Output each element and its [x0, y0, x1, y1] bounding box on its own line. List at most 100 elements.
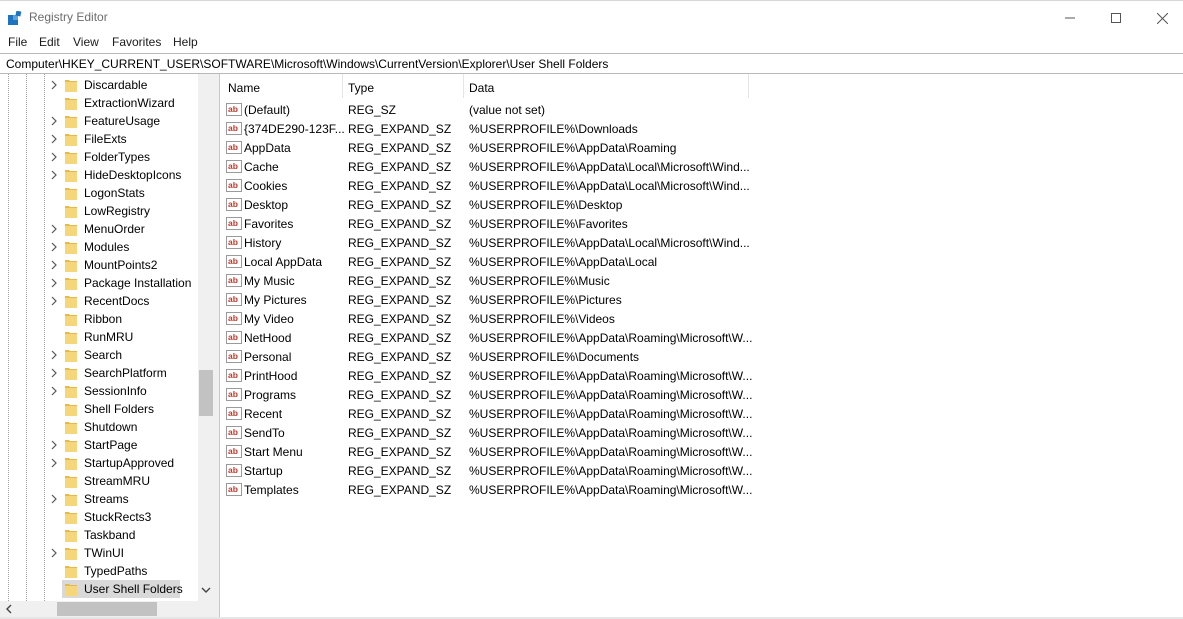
chevron-right-icon[interactable] — [49, 384, 59, 398]
tree-item[interactable]: MenuOrder — [0, 220, 198, 238]
tree-item[interactable]: FolderTypes — [0, 148, 198, 166]
tree-item[interactable]: ExtractionWizard — [0, 94, 198, 112]
scroll-down-icon[interactable] — [201, 585, 211, 595]
maximize-button[interactable] — [1093, 1, 1139, 35]
value-row[interactable]: ab SendTo REG_EXPAND_SZ %USERPROFILE%\AppDa… — [220, 423, 752, 442]
chevron-right-icon[interactable] — [49, 348, 59, 362]
tree-item[interactable]: HideDesktopIcons — [0, 166, 198, 184]
value-row[interactable]: ab AppData REG_EXPAND_SZ %USERPROFILE%\AppD… — [220, 138, 750, 157]
value-row[interactable]: ab Desktop REG_EXPAND_SZ %USERPROFILE%\Desk… — [220, 195, 750, 214]
tree-item[interactable]: FeatureUsage — [0, 112, 198, 130]
tree-scroll-thumb[interactable] — [199, 370, 213, 416]
value-row[interactable]: ab My Pictures REG_EXPAND_SZ %USERPROFILE%\… — [220, 290, 750, 309]
folder-icon — [65, 332, 77, 344]
tree-item[interactable]: StreamMRU — [0, 472, 198, 490]
tree-item[interactable]: StartupApproved — [0, 454, 198, 472]
value-row[interactable]: ab (Default) REG_SZ (value not set) — [220, 100, 750, 119]
value-row[interactable]: ab Personal REG_EXPAND_SZ %USERPROFILE%\Doc… — [220, 347, 750, 366]
tree-item[interactable]: MountPoints2 — [0, 256, 198, 274]
tree-item-label: Taskband — [84, 528, 136, 542]
tree-item[interactable]: SessionInfo — [0, 382, 198, 400]
chevron-right-icon[interactable] — [49, 78, 59, 92]
chevron-right-icon[interactable] — [49, 132, 59, 146]
menu-file[interactable]: File — [7, 35, 28, 49]
chevron-right-icon[interactable] — [49, 240, 59, 254]
tree-hscroll-thumb[interactable] — [57, 602, 157, 616]
chevron-right-icon[interactable] — [49, 258, 59, 272]
tree-item[interactable]: TypedPaths — [0, 562, 198, 580]
value-row[interactable]: ab Cookies REG_EXPAND_SZ %USERPROFILE%\AppD… — [220, 176, 750, 195]
chevron-right-icon[interactable] — [49, 222, 59, 236]
value-row[interactable]: ab PrintHood REG_EXPAND_SZ %USERPROFILE%\Ap… — [220, 366, 752, 385]
value-row[interactable]: ab Startup REG_EXPAND_SZ %USERPROFILE%\AppD… — [220, 461, 752, 480]
chevron-right-icon[interactable] — [49, 456, 59, 470]
tree-item[interactable]: Package Installation — [0, 274, 198, 292]
svg-text:ab: ab — [228, 370, 238, 380]
menu-favorites[interactable]: Favorites — [111, 35, 162, 49]
folder-icon — [65, 116, 77, 128]
value-row[interactable]: ab Templates REG_EXPAND_SZ %USERPROFILE%\Ap… — [220, 480, 753, 499]
chevron-right-icon[interactable] — [49, 492, 59, 506]
tree-item[interactable]: Discardable — [0, 76, 198, 94]
value-row[interactable]: ab Cache REG_EXPAND_SZ %USERPROFILE%\AppDat… — [220, 157, 750, 176]
tree-item[interactable]: SearchPlatform — [0, 364, 198, 382]
value-row[interactable]: ab Local AppData REG_EXPAND_SZ %USERPROFILE… — [220, 252, 750, 271]
close-button[interactable] — [1139, 1, 1183, 35]
value-row[interactable]: ab History REG_EXPAND_SZ %USERPROFILE%\AppD… — [220, 233, 750, 252]
window-title: Registry Editor — [29, 10, 108, 24]
column-header-type[interactable]: Type — [342, 74, 463, 98]
tree-item[interactable]: Search — [0, 346, 198, 364]
minimize-button[interactable] — [1047, 1, 1093, 35]
chevron-right-icon[interactable] — [49, 150, 59, 164]
value-row[interactable]: ab NetHood REG_EXPAND_SZ %USERPROFILE%\AppD… — [220, 328, 752, 347]
tree-item[interactable]: StuckRects3 — [0, 508, 198, 526]
tree-item-label: HideDesktopIcons — [84, 168, 182, 182]
tree-item[interactable]: Shutdown — [0, 418, 198, 436]
address-path[interactable]: Computer\HKEY_CURRENT_USER\SOFTWARE\Micr… — [6, 57, 608, 71]
tree-item[interactable]: Taskband — [0, 526, 198, 544]
tree-item[interactable]: RunMRU — [0, 328, 198, 346]
tree-item-label: MenuOrder — [84, 222, 145, 236]
tree-item[interactable]: StartPage — [0, 436, 198, 454]
tree-item[interactable]: TWinUI — [0, 544, 198, 562]
tree-horizontal-scrollbar[interactable] — [0, 601, 214, 617]
column-separator[interactable] — [748, 74, 749, 98]
value-row[interactable]: ab Start Menu REG_EXPAND_SZ %USERPROFILE%\A… — [220, 442, 752, 461]
tree-item[interactable]: Modules — [0, 238, 198, 256]
folder-icon — [65, 98, 77, 110]
menu-edit[interactable]: Edit — [38, 35, 61, 49]
value-data: %USERPROFILE%\AppData\Roaming\Microsoft\… — [469, 483, 753, 497]
chevron-right-icon[interactable] — [49, 114, 59, 128]
value-row[interactable]: ab My Music REG_EXPAND_SZ %USERPROFILE%\Mus… — [220, 271, 750, 290]
scroll-left-icon[interactable] — [4, 604, 14, 614]
tree-item[interactable]: Ribbon — [0, 310, 198, 328]
column-header-data[interactable]: Data — [463, 74, 748, 98]
tree-item[interactable]: RecentDocs — [0, 292, 198, 310]
chevron-right-icon[interactable] — [49, 168, 59, 182]
menu-help[interactable]: Help — [172, 35, 199, 49]
value-data: %USERPROFILE%\AppData\Local\Microsoft\Wi… — [469, 236, 750, 250]
tree-vertical-scrollbar[interactable] — [198, 74, 214, 601]
tree-item[interactable]: Shell Folders — [0, 400, 198, 418]
tree-item[interactable]: LowRegistry — [0, 202, 198, 220]
chevron-right-icon[interactable] — [49, 276, 59, 290]
chevron-right-icon[interactable] — [49, 294, 59, 308]
tree-item-label: MountPoints2 — [84, 258, 158, 272]
value-row[interactable]: ab {374DE290-123F... REG_EXPAND_SZ %USERPRO… — [220, 119, 750, 138]
value-row[interactable]: ab My Video REG_EXPAND_SZ %USERPROFILE%\Vid… — [220, 309, 750, 328]
tree-item[interactable]: Streams — [0, 490, 198, 508]
address-bar[interactable]: Computer\HKEY_CURRENT_USER\SOFTWARE\Micr… — [0, 53, 1183, 74]
svg-text:ab: ab — [228, 161, 238, 171]
value-row[interactable]: ab Programs REG_EXPAND_SZ %USERPROFILE%\App… — [220, 385, 752, 404]
chevron-right-icon[interactable] — [49, 546, 59, 560]
tree-item[interactable]: LogonStats — [0, 184, 198, 202]
chevron-right-icon[interactable] — [49, 366, 59, 380]
tree-item[interactable]: FileExts — [0, 130, 198, 148]
value-name: My Music — [244, 274, 295, 288]
value-row[interactable]: ab Favorites REG_EXPAND_SZ %USERPROFILE%\Fa… — [220, 214, 750, 233]
value-row[interactable]: ab Recent REG_EXPAND_SZ %USERPROFILE%\AppDa… — [220, 404, 752, 423]
column-header-name[interactable]: Name — [220, 74, 342, 98]
tree-item[interactable]: User Shell Folders — [0, 580, 198, 598]
chevron-right-icon[interactable] — [49, 438, 59, 452]
menu-view[interactable]: View — [72, 35, 100, 49]
